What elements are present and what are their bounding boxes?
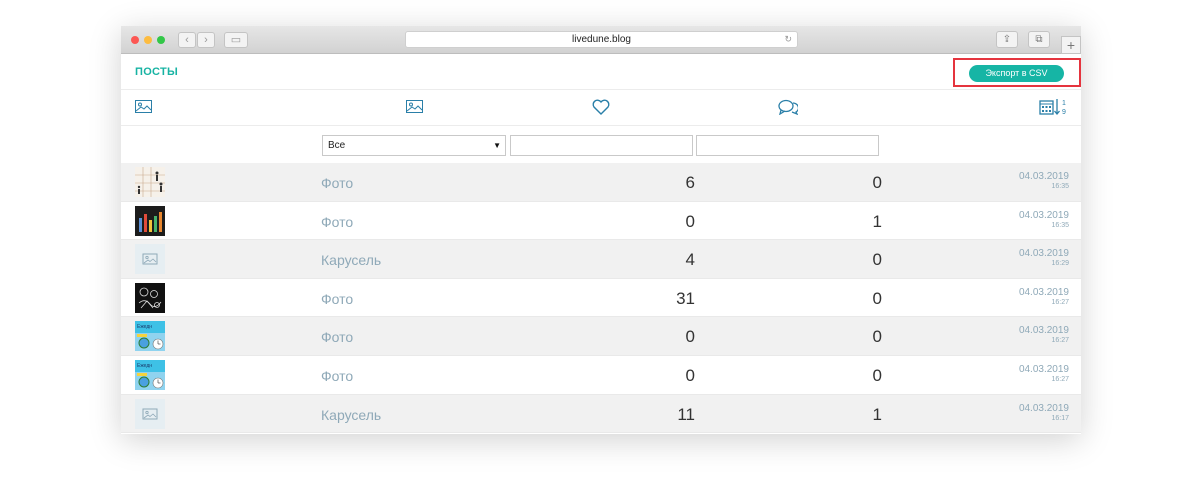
table-row[interactable]: Ежедн Фото 0 0 04.03.2019 16:27 [121, 317, 1081, 356]
back-icon[interactable]: ‹ [178, 32, 196, 48]
new-tab-icon[interactable]: + [1061, 36, 1081, 54]
post-date-day: 04.03.2019 [1018, 286, 1069, 298]
post-date-day: 04.03.2019 [1018, 325, 1069, 337]
likes-count: 0 [685, 327, 695, 347]
table-row[interactable]: Фото 6 0 04.03.2019 16:35 [121, 163, 1081, 202]
comments-count: 0 [872, 250, 882, 270]
close-window-button[interactable] [131, 36, 139, 44]
post-date-time: 16:17 [1051, 414, 1069, 422]
share-icon[interactable]: ⇪ [996, 31, 1018, 48]
post-date: 04.03.2019 16:27 [1019, 287, 1069, 306]
page-header: ПОСТЫ Экспорт в CSV [121, 54, 1081, 90]
post-type: Фото [321, 367, 354, 384]
calendar-sort-icon[interactable]: 19 [1039, 98, 1069, 121]
comments-count: 1 [872, 211, 882, 231]
post-date-time: 16:35 [1051, 183, 1069, 190]
comments-count: 0 [872, 173, 882, 192]
comments-count: 0 [872, 365, 882, 385]
browser-window: ‹ › ▭ livedune.blog ↻ ⇪ ⧉ + ПОСТЫ Экспор… [121, 26, 1081, 434]
column-header-row: 19 [121, 90, 1081, 126]
table-row[interactable]: Карусель 4 0 04.03.2019 16:29 [121, 240, 1081, 279]
likes-count: 31 [676, 288, 695, 308]
post-date: 04.03.2019 16:27 [1019, 364, 1069, 383]
post-type: Фото [321, 329, 354, 346]
likes-count: 11 [677, 404, 695, 424]
post-date-day: 04.03.2019 [1018, 171, 1069, 182]
post-thumbnail[interactable] [135, 244, 165, 275]
export-highlight-box: Экспорт в CSV [953, 58, 1081, 87]
export-csv-button[interactable]: Экспорт в CSV [969, 65, 1064, 82]
comments-filter-input[interactable] [696, 135, 879, 156]
forward-icon[interactable]: › [197, 32, 215, 48]
post-type: Карусель [321, 252, 382, 269]
post-date-day: 04.03.2019 [1018, 209, 1069, 221]
post-date: 04.03.2019 16:35 [1019, 210, 1069, 229]
post-date-time: 16:35 [1051, 221, 1069, 229]
likes-count: 0 [685, 211, 695, 231]
comments-count: 0 [872, 288, 882, 308]
post-thumbnail[interactable] [135, 167, 165, 197]
post-thumbnail[interactable]: Ежедн [135, 321, 165, 352]
likes-count: 4 [685, 250, 695, 270]
heart-icon[interactable] [592, 99, 610, 120]
post-type: Карусель [321, 406, 382, 423]
post-type: Фото [321, 175, 354, 191]
post-date-time: 16:29 [1051, 260, 1069, 268]
post-date: 04.03.2019 16:17 [1019, 403, 1069, 422]
address-bar[interactable]: livedune.blog ↻ [405, 31, 798, 48]
post-date-day: 04.03.2019 [1018, 402, 1069, 414]
page-title: ПОСТЫ [135, 66, 179, 78]
tabs-overview-icon[interactable]: ⧉ [1028, 31, 1050, 48]
likes-count: 6 [685, 173, 695, 192]
post-date: 04.03.2019 16:29 [1019, 248, 1069, 267]
post-type: Фото [321, 213, 354, 230]
post-thumbnail[interactable] [135, 398, 165, 429]
table-row[interactable]: Ежедн Фото 0 0 04.03.2019 16:27 [121, 356, 1081, 395]
comments-count: 0 [872, 327, 882, 347]
post-date: 04.03.2019 16:27 [1019, 325, 1069, 344]
post-date-time: 16:27 [1051, 337, 1069, 345]
sidebar-toggle-icon[interactable]: ▭ [224, 32, 248, 48]
post-date-day: 04.03.2019 [1018, 363, 1069, 375]
post-type: Фото [321, 290, 354, 307]
svg-text:1: 1 [1062, 100, 1066, 107]
post-date-day: 04.03.2019 [1018, 248, 1069, 260]
table-row[interactable]: Карусель 11 1 04.03.2019 16:17 [121, 394, 1081, 434]
maximize-window-button[interactable] [157, 36, 165, 44]
post-type-select[interactable]: Все ▼ [322, 135, 506, 156]
post-thumbnail[interactable] [135, 205, 165, 236]
post-date-time: 16:27 [1051, 298, 1069, 306]
browser-titlebar: ‹ › ▭ livedune.blog ↻ ⇪ ⧉ + [121, 26, 1081, 54]
minimize-window-button[interactable] [144, 36, 152, 44]
svg-text:Ежедн: Ежедн [137, 363, 152, 369]
comments-count: 1 [872, 404, 882, 424]
reload-icon[interactable]: ↻ [784, 32, 792, 47]
posts-table: Фото 6 0 04.03.2019 16:35 Фото 0 1 04.03.2019 16:… [121, 163, 1081, 434]
page-content: ПОСТЫ Экспорт в CSV 19 Все ▼ Фото 6 0 04… [121, 54, 1081, 434]
dropdown-arrow-icon: ▼ [493, 141, 501, 150]
image-icon[interactable] [135, 100, 152, 118]
svg-text:Ежедн: Ежедн [137, 324, 152, 330]
filter-row: Все ▼ [121, 126, 1081, 163]
post-thumbnail[interactable]: Ежедн [135, 359, 165, 390]
comments-icon[interactable] [778, 99, 800, 120]
url-text: livedune.blog [572, 34, 631, 45]
svg-text:9: 9 [1062, 109, 1066, 116]
image-icon[interactable] [406, 100, 423, 118]
post-date: 04.03.2019 16:35 [1019, 171, 1069, 190]
likes-count: 0 [685, 365, 695, 385]
post-date-time: 16:27 [1051, 375, 1069, 383]
likes-filter-input[interactable] [510, 135, 693, 156]
table-row[interactable]: Фото 0 1 04.03.2019 16:35 [121, 202, 1081, 241]
post-thumbnail[interactable] [135, 282, 165, 313]
table-row[interactable]: Фото 31 0 04.03.2019 16:27 [121, 279, 1081, 318]
post-type-select-value: Все [328, 140, 346, 151]
